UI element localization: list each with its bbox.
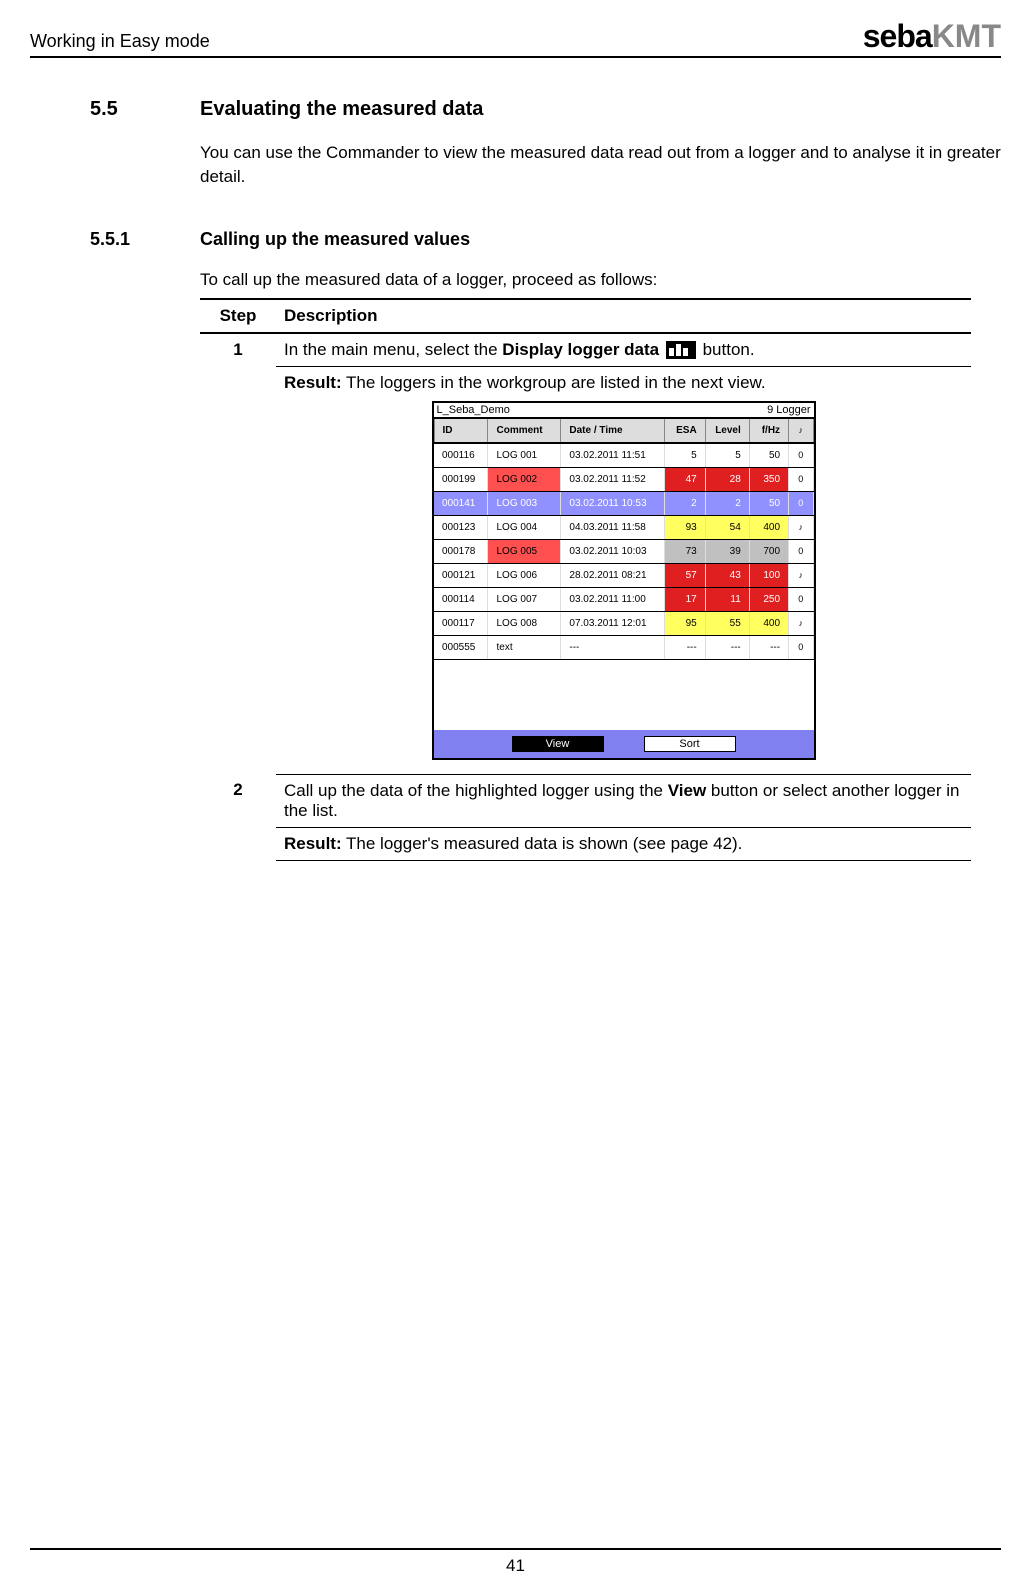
device-table-row[interactable]: 000141LOG 00303.02.2011 10:5322500 <box>434 491 813 515</box>
section-body: You can use the Commander to view the me… <box>200 141 1001 189</box>
logo-main: seba <box>863 18 932 54</box>
step-description: Call up the data of the highlighted logg… <box>276 774 971 827</box>
device-table-row[interactable]: 000121LOG 00628.02.2011 08:215743100♪ <box>434 563 813 587</box>
device-title: L_Seba_Demo <box>437 404 510 416</box>
step-number: 1 <box>200 333 276 775</box>
logo-sub: KMT <box>932 18 1001 54</box>
bar-chart-icon <box>666 341 696 359</box>
device-table-row[interactable]: 000199LOG 00203.02.2011 11:5247283500 <box>434 467 813 491</box>
step-description: In the main menu, select the Display log… <box>276 333 971 367</box>
step-number: 2 <box>200 774 276 860</box>
device-table-row[interactable]: 000114LOG 00703.02.2011 11:0017112500 <box>434 587 813 611</box>
page-footer: 41 <box>30 1548 1001 1576</box>
section-title: Evaluating the measured data <box>200 98 483 121</box>
table-header-row: Step Description <box>200 299 971 333</box>
table-row: Result: The logger's measured data is sh… <box>200 827 971 860</box>
step-result: Result: The logger's measured data is sh… <box>276 827 971 860</box>
device-table-row[interactable]: 000178LOG 00503.02.2011 10:0373397000 <box>434 539 813 563</box>
device-footer: View Sort <box>434 730 814 758</box>
device-table-row[interactable]: 000123LOG 00404.03.2011 11:589354400♪ <box>434 515 813 539</box>
header-step: Step <box>200 299 276 333</box>
table-row: Result: The loggers in the workgroup are… <box>200 366 971 774</box>
subsection-title: Calling up the measured values <box>200 229 470 250</box>
view-button[interactable]: View <box>512 736 604 752</box>
subsection-heading: 5.5.1 Calling up the measured values <box>30 229 1001 250</box>
section-heading: 5.5 Evaluating the measured data <box>30 98 1001 121</box>
table-row: 2 Call up the data of the highlighted lo… <box>200 774 971 827</box>
device-header: L_Seba_Demo 9 Logger <box>434 403 814 417</box>
logo: sebaKMT <box>863 20 1001 52</box>
device-table-row[interactable]: 000555text------------0 <box>434 635 813 659</box>
device-table: ID Comment Date / Time ESA Level f/Hz ♪ … <box>434 417 814 660</box>
device-count: 9 Logger <box>767 404 810 416</box>
procedure-table: Step Description 1 In the main menu, sel… <box>200 298 971 861</box>
device-table-row[interactable]: 000117LOG 00807.03.2011 12:019555400♪ <box>434 611 813 635</box>
section-number: 5.5 <box>30 98 200 121</box>
table-row: 1 In the main menu, select the Display l… <box>200 333 971 367</box>
subsection-number: 5.5.1 <box>30 229 200 250</box>
header-description: Description <box>276 299 971 333</box>
page-header: Working in Easy mode sebaKMT <box>30 20 1001 58</box>
sort-button[interactable]: Sort <box>644 736 736 752</box>
device-table-row[interactable]: 000116LOG 00103.02.2011 11:5155500 <box>434 443 813 468</box>
page-number: 41 <box>506 1556 525 1575</box>
step-result: Result: The loggers in the workgroup are… <box>276 366 971 774</box>
device-table-header: ID Comment Date / Time ESA Level f/Hz ♪ <box>434 418 813 443</box>
subsection-intro: To call up the measured data of a logger… <box>200 270 1001 290</box>
device-screenshot: L_Seba_Demo 9 Logger ID Comment Date / T… <box>432 401 816 760</box>
header-title: Working in Easy mode <box>30 31 210 52</box>
device-blank-area <box>434 660 814 730</box>
